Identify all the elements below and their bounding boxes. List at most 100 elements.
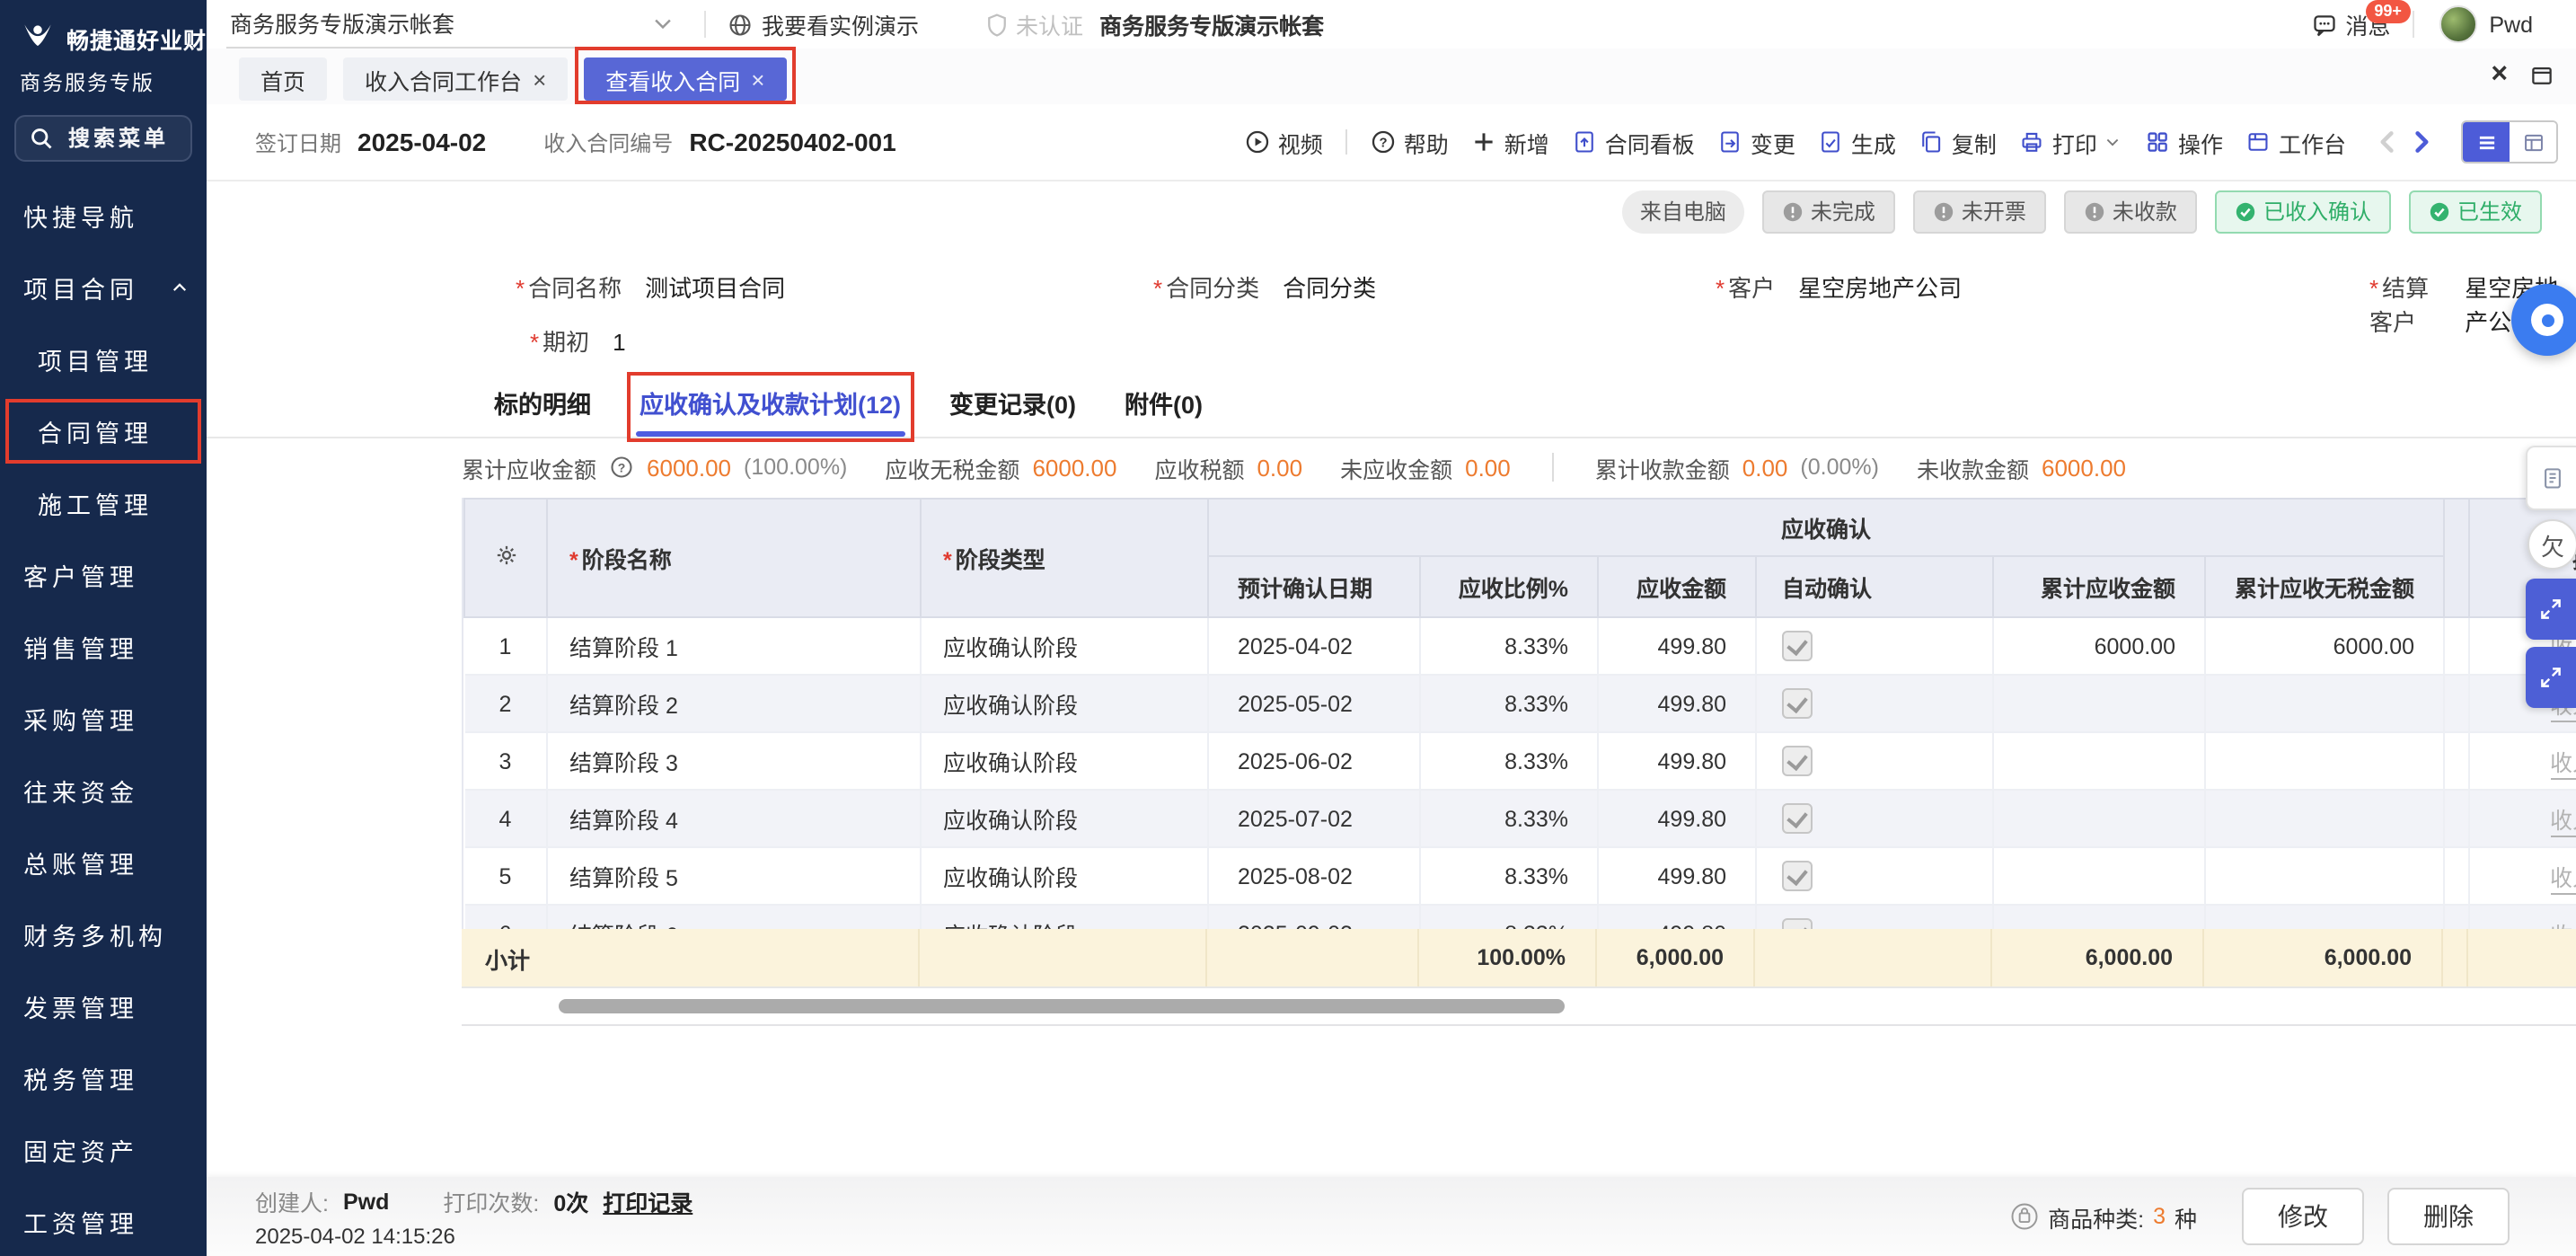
print-log-link[interactable]: 打印记录	[603, 1184, 693, 1218]
sidebar-item[interactable]: 项目合同	[0, 252, 207, 323]
sidebar-item-label: 销售管理	[23, 629, 138, 665]
sidebar-item[interactable]: 财务多机构	[0, 898, 207, 970]
sidebar-item[interactable]: 发票管理	[0, 970, 207, 1042]
button-label: 视频	[1278, 125, 1323, 159]
grid-button[interactable]: 操作	[2146, 125, 2223, 159]
help-button[interactable]: ?帮助	[1372, 125, 1449, 159]
cell-auto	[1756, 847, 1993, 905]
menu-search[interactable]	[14, 115, 192, 162]
demo-link-label: 我要看实例演示	[762, 7, 919, 41]
page-next-icon[interactable]	[2409, 129, 2434, 155]
tab-active[interactable]: 查看收入合同×	[584, 57, 786, 101]
status-badge-label: 来自电脑	[1640, 201, 1726, 223]
tab-close-icon[interactable]: ×	[751, 67, 764, 91]
sidebar-item[interactable]: 总账管理	[0, 827, 207, 898]
auto-confirm-checkbox[interactable]	[1782, 803, 1813, 834]
revenue-confirm-link[interactable]: 收入确认	[2550, 809, 2576, 837]
search-icon	[29, 126, 54, 151]
search-input[interactable]	[65, 124, 190, 153]
subtotal-cum-amount: 6,000.00	[1990, 929, 2202, 987]
detail-tab[interactable]: 变更记录(0)	[949, 385, 1076, 420]
cell-op: 收入确认	[2469, 732, 2576, 790]
page-prev-icon[interactable]	[2375, 129, 2400, 155]
sidebar-item[interactable]: 税务管理	[0, 1042, 207, 1114]
print-button[interactable]: 打印	[2020, 125, 2122, 159]
sidebar-item[interactable]: 客户管理	[0, 539, 207, 611]
change-button[interactable]: 变更	[1718, 125, 1795, 159]
revenue-confirm-link[interactable]: 收入确认	[2550, 924, 2576, 929]
cell-op: 收入确认	[2469, 905, 2576, 929]
auto-confirm-checkbox[interactable]	[1782, 918, 1813, 929]
summary-extra: (100.00%)	[744, 455, 847, 480]
document-toolbar: 签订日期 2025-04-02 收入合同编号 RC-20250402-001 视…	[207, 104, 2576, 181]
contract-no-label: 收入合同编号	[543, 127, 673, 157]
sidebar-item-label: 税务管理	[23, 1060, 138, 1096]
main-area: 商务服务专版演示帐套 我要看实例演示 未认证 商务服务专版演示帐套	[207, 0, 2576, 1256]
revenue-confirm-link[interactable]: 收入确认	[2550, 866, 2576, 895]
messages-button[interactable]: 消息 99+	[2311, 7, 2390, 41]
sidebar-item[interactable]: 销售管理	[0, 611, 207, 683]
status-badge-label: 未完成	[1811, 201, 1875, 223]
summary-extra: (0.00%)	[1800, 455, 1879, 480]
tab-close-icon[interactable]: ×	[533, 67, 546, 91]
cell-auto	[1756, 732, 1993, 790]
tab-item[interactable]: 首页	[239, 57, 327, 101]
summary-value: 6000.00	[1032, 454, 1116, 481]
auto-confirm-checkbox[interactable]	[1782, 688, 1813, 719]
video-button[interactable]: 视频	[1246, 125, 1323, 159]
avatar[interactable]	[2439, 5, 2476, 43]
sidebar-item[interactable]: 往来资金	[0, 755, 207, 827]
copy-button[interactable]: 复制	[1919, 125, 1997, 159]
list-view-button[interactable]	[2463, 122, 2510, 162]
sidebar-item[interactable]: 固定资产	[0, 1114, 207, 1186]
auto-confirm-checkbox[interactable]	[1782, 861, 1813, 891]
subtotal-ratio: 100.00%	[1417, 929, 1595, 987]
revenue-confirm-link[interactable]: 收入确认	[2550, 751, 2576, 780]
auto-confirm-checkbox[interactable]	[1782, 631, 1813, 661]
account-set-dropdown[interactable]: 商务服务专版演示帐套	[226, 0, 683, 49]
card-view-button[interactable]	[2510, 122, 2556, 162]
expand-panel-button[interactable]	[2526, 647, 2576, 708]
cell-sliver	[2444, 847, 2469, 905]
horizontal-scrollbar[interactable]	[559, 999, 1565, 1013]
sidebar-item-label: 施工管理	[38, 485, 153, 521]
board-button[interactable]: 合同看板	[1573, 125, 1695, 159]
plus-button[interactable]: 新增	[1472, 125, 1549, 159]
fullscreen-icon[interactable]	[2529, 63, 2554, 88]
sidebar-item[interactable]: 项目管理	[0, 323, 207, 395]
qian-badge-button[interactable]: 欠	[2527, 519, 2576, 570]
user-name[interactable]: Pwd	[2489, 12, 2533, 37]
sidebar-item[interactable]: 工资管理	[0, 1186, 207, 1256]
modify-button[interactable]: 修改	[2242, 1188, 2364, 1245]
auto-confirm-checkbox[interactable]	[1782, 746, 1813, 776]
print-count-value: 0次	[553, 1184, 588, 1218]
workbench-button[interactable]: 工作台	[2246, 125, 2346, 159]
sidebar-item[interactable]: 采购管理	[0, 683, 207, 755]
gear-icon[interactable]	[493, 543, 518, 568]
detail-tab[interactable]: 应收确认及收款计划(12)	[640, 385, 901, 420]
warn-icon	[1933, 201, 1954, 223]
summary-label: 应收无税金额	[885, 450, 1019, 484]
form-field[interactable]: 客户星空房地产公司	[1716, 270, 1962, 304]
sidebar-item[interactable]: 合同管理	[0, 395, 207, 467]
delete-button[interactable]: 删除	[2387, 1188, 2510, 1245]
qichu-value: 1	[613, 329, 625, 356]
demo-link[interactable]: 我要看实例演示	[728, 7, 919, 41]
sidebar-item[interactable]: 施工管理	[0, 467, 207, 539]
generate-button[interactable]: 生成	[1819, 125, 1896, 159]
cell-sliver	[2444, 675, 2469, 732]
form-field[interactable]: 合同名称测试项目合同	[516, 270, 785, 304]
col-amount: 应收金额	[1598, 556, 1756, 617]
detail-tab[interactable]: 标的明细	[494, 385, 591, 420]
clipboard-panel-button[interactable]	[2526, 446, 2576, 510]
form-field[interactable]: 合同分类合同分类	[1153, 270, 1376, 304]
detail-tab[interactable]: 附件(0)	[1125, 385, 1203, 420]
cell-auto	[1756, 790, 1993, 847]
expand-panel-button[interactable]	[2526, 579, 2576, 640]
tab-item[interactable]: 收入合同工作台×	[343, 57, 568, 101]
cell-date: 2025-06-02	[1208, 732, 1420, 790]
sidebar-item[interactable]: 快捷导航	[0, 180, 207, 252]
assistant-button[interactable]	[2511, 284, 2576, 356]
close-icon[interactable]: ×	[2491, 61, 2508, 90]
tab-label: 首页	[260, 62, 305, 96]
